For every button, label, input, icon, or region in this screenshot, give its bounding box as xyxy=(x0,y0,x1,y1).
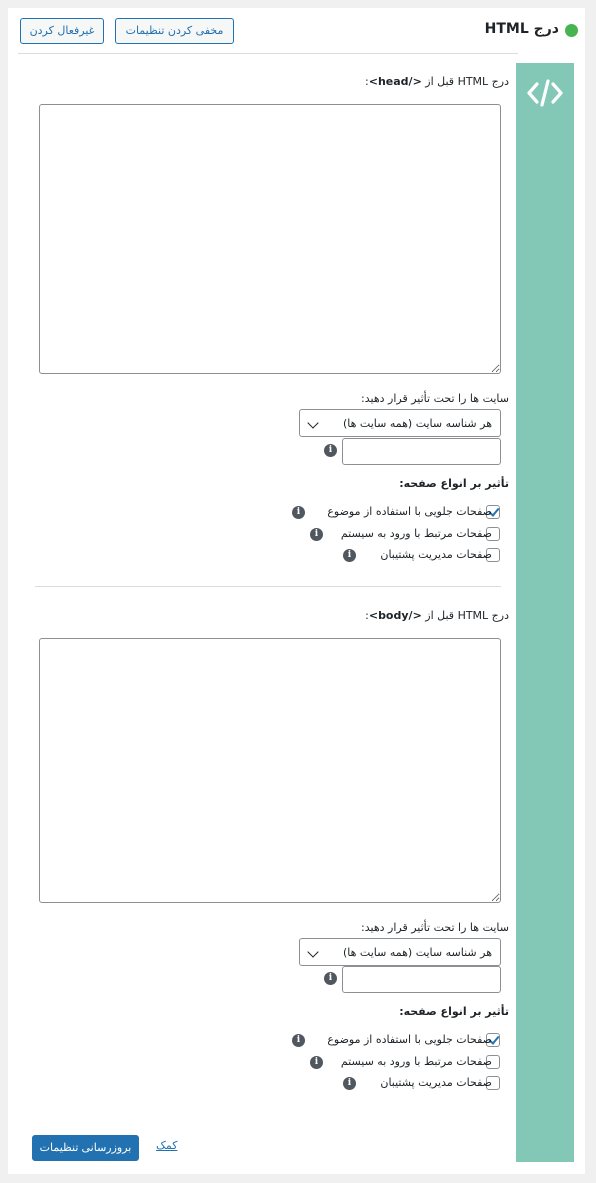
info-icon[interactable]: i xyxy=(343,549,356,562)
section-divider xyxy=(35,586,501,587)
head-label-prefix: درج HTML قبل از xyxy=(425,75,509,88)
body-site-id-input[interactable] xyxy=(342,966,501,993)
head-section-label: درج HTML قبل از </head>: xyxy=(365,75,509,88)
body-code-textarea[interactable] xyxy=(39,638,501,903)
head-label-tag: </head> xyxy=(368,75,422,88)
body-label-prefix: درج HTML قبل از xyxy=(425,609,509,622)
panel-title: درج HTML xyxy=(484,21,559,37)
head-page-type-label: صفحات جلویی با استفاده از موضوع xyxy=(327,505,492,518)
head-sites-select-value: هر شناسه سایت (همه سایت ها) xyxy=(342,417,492,430)
panel-header: درج HTML مخفی کردن تنظیمات غیرفعال کردن xyxy=(8,8,585,54)
code-icon xyxy=(527,79,563,107)
body-sites-label: سایت ها را تحت تأثیر قرار دهید: xyxy=(361,921,509,934)
html-insert-panel: درج HTML مخفی کردن تنظیمات غیرفعال کردن … xyxy=(8,8,585,1174)
head-code-textarea[interactable] xyxy=(39,104,501,374)
disable-button[interactable]: غیرفعال کردن xyxy=(20,18,104,44)
update-settings-button[interactable]: بروزرسانی تنظیمات xyxy=(32,1135,139,1161)
info-icon[interactable]: i xyxy=(310,528,323,541)
head-sites-label: سایت ها را تحت تأثیر قرار دهید: xyxy=(361,392,509,405)
body-page-types-label: تأثیر بر انواع صفحه: xyxy=(399,1005,509,1018)
head-site-id-input[interactable] xyxy=(342,438,501,465)
head-page-type-label: صفحات مرتبط با ورود به سیستم xyxy=(340,527,492,540)
header-divider xyxy=(18,53,518,54)
head-page-type-label: صفحات مدیریت پشتیبان xyxy=(380,548,492,561)
info-icon[interactable]: i xyxy=(292,1034,305,1047)
info-icon[interactable]: i xyxy=(324,444,337,457)
status-dot-icon xyxy=(565,24,578,37)
body-page-type-label: صفحات مدیریت پشتیبان xyxy=(380,1076,492,1089)
chevron-down-icon xyxy=(307,946,319,958)
body-page-type-label: صفحات جلویی با استفاده از موضوع xyxy=(327,1033,492,1046)
head-sites-select[interactable]: هر شناسه سایت (همه سایت ها) xyxy=(299,409,501,437)
body-section-label: درج HTML قبل از </body>: xyxy=(365,609,509,622)
hide-settings-button[interactable]: مخفی کردن تنظیمات xyxy=(115,18,234,44)
info-icon[interactable]: i xyxy=(324,972,337,985)
head-page-types-label: تأثیر بر انواع صفحه: xyxy=(399,477,509,490)
help-link[interactable]: کمک xyxy=(156,1139,177,1152)
info-icon[interactable]: i xyxy=(310,1056,323,1069)
sidebar-strip xyxy=(516,63,574,1162)
chevron-down-icon xyxy=(307,417,319,429)
info-icon[interactable]: i xyxy=(343,1077,356,1090)
body-sites-select-value: هر شناسه سایت (همه سایت ها) xyxy=(342,946,492,959)
body-label-tag: </body> xyxy=(368,609,422,622)
body-sites-select[interactable]: هر شناسه سایت (همه سایت ها) xyxy=(299,938,501,966)
body-page-type-label: صفحات مرتبط با ورود به سیستم xyxy=(340,1055,492,1068)
info-icon[interactable]: i xyxy=(292,506,305,519)
